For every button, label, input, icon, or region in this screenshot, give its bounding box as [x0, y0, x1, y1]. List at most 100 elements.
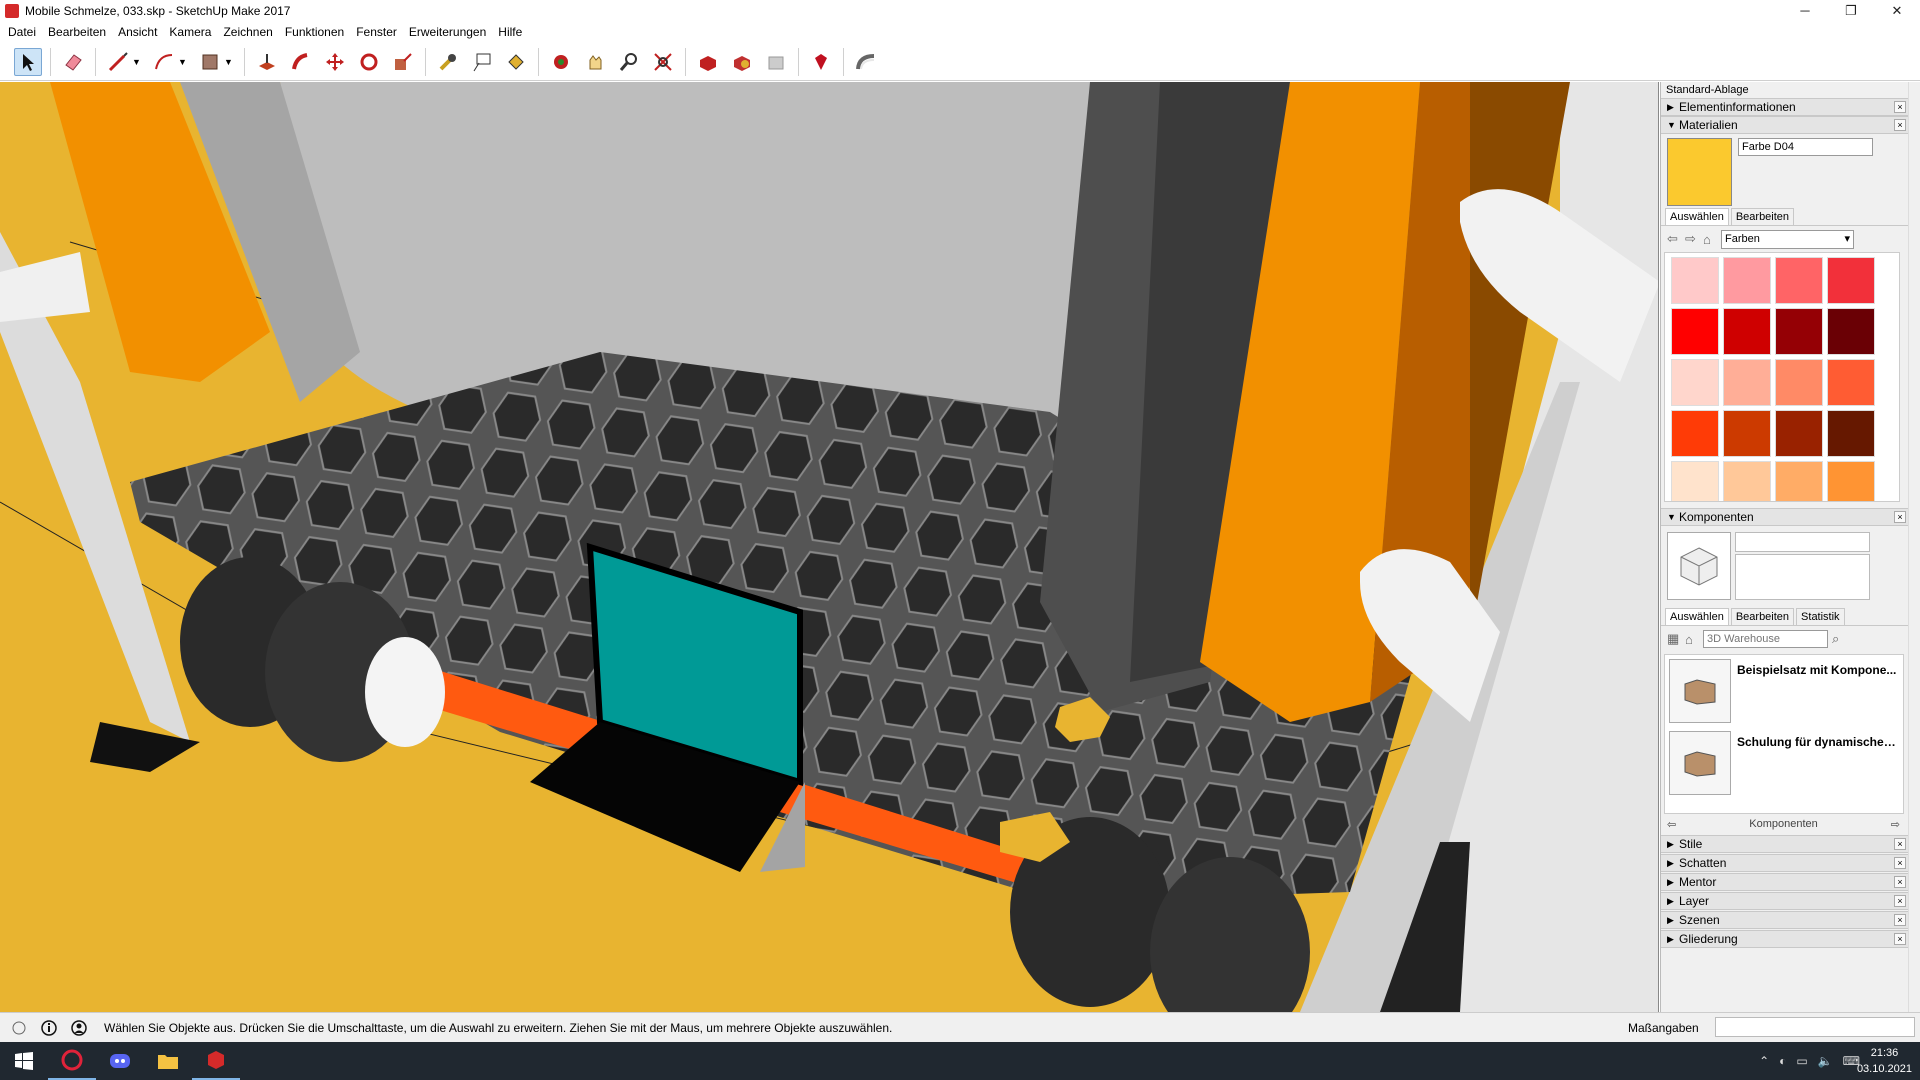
- back-arrow-icon[interactable]: ⇦: [1667, 231, 1685, 247]
- close-panel-icon[interactable]: ×: [1894, 101, 1906, 113]
- material-swatch[interactable]: [1775, 359, 1823, 406]
- panel-entity-info[interactable]: ▶ Elementinformationen ×: [1661, 98, 1920, 116]
- rotate-icon[interactable]: [355, 48, 383, 76]
- material-swatch[interactable]: [1827, 410, 1875, 457]
- close-button[interactable]: ✕: [1874, 0, 1920, 22]
- tab-components-edit[interactable]: Bearbeiten: [1730, 608, 1795, 625]
- opera-icon[interactable]: [48, 1042, 96, 1080]
- tray-scrollbar[interactable]: [1908, 82, 1920, 1012]
- ruby-icon[interactable]: [807, 48, 835, 76]
- material-swatch[interactable]: [1775, 308, 1823, 355]
- close-panel-icon[interactable]: ×: [1894, 119, 1906, 131]
- material-swatch[interactable]: [1723, 359, 1771, 406]
- close-panel-icon[interactable]: ×: [1894, 895, 1906, 907]
- panel-scenes[interactable]: ▶ Szenen ×: [1661, 911, 1920, 929]
- menu-erweiterungen[interactable]: Erweiterungen: [403, 22, 492, 43]
- shape-tool-dropdown[interactable]: ▼: [224, 57, 234, 67]
- push-pull-icon[interactable]: [253, 48, 281, 76]
- file-explorer-icon[interactable]: [144, 1042, 192, 1080]
- zoom-extents-icon[interactable]: [649, 48, 677, 76]
- arc-tool-dropdown[interactable]: ▼: [178, 57, 188, 67]
- close-panel-icon[interactable]: ×: [1894, 838, 1906, 850]
- warehouse-search-input[interactable]: [1703, 630, 1828, 648]
- text-icon[interactable]: [468, 48, 496, 76]
- shape-tool-icon[interactable]: [196, 48, 224, 76]
- material-swatch[interactable]: [1671, 257, 1719, 304]
- share-model-icon[interactable]: [762, 48, 790, 76]
- sketchup-taskbar-icon[interactable]: [192, 1042, 240, 1080]
- material-swatch[interactable]: [1723, 257, 1771, 304]
- list-item[interactable]: Beispielsatz mit Kompone...: [1665, 655, 1903, 727]
- material-swatch[interactable]: [1827, 461, 1875, 501]
- material-swatch[interactable]: [1723, 410, 1771, 457]
- material-swatch[interactable]: [1775, 461, 1823, 501]
- view-options-icon[interactable]: ▦: [1667, 631, 1685, 647]
- styles-icon[interactable]: [852, 48, 880, 76]
- panel-materials[interactable]: ▼ Materialien ×: [1661, 116, 1920, 134]
- search-icon[interactable]: ⌕: [1832, 631, 1850, 647]
- display-icon[interactable]: ▭: [1796, 1054, 1807, 1068]
- material-swatch[interactable]: [1671, 410, 1719, 457]
- menu-kamera[interactable]: Kamera: [163, 22, 217, 43]
- info-icon[interactable]: [38, 1017, 60, 1039]
- select-tool-icon[interactable]: [14, 47, 42, 76]
- tape-measure-icon[interactable]: [434, 48, 462, 76]
- forward-arrow-icon[interactable]: ⇨: [1891, 818, 1900, 831]
- material-swatch[interactable]: [1775, 410, 1823, 457]
- chevron-up-icon[interactable]: ⌃: [1759, 1054, 1769, 1068]
- arc-tool-icon[interactable]: [150, 48, 178, 76]
- home-icon[interactable]: ⌂: [1703, 232, 1721, 247]
- close-panel-icon[interactable]: ×: [1894, 511, 1906, 523]
- menu-zeichnen[interactable]: Zeichnen: [217, 22, 278, 43]
- move-icon[interactable]: [321, 48, 349, 76]
- eraser-tool-icon[interactable]: [59, 48, 87, 76]
- volume-icon[interactable]: 🔈: [1818, 1054, 1833, 1068]
- modeling-viewport[interactable]: [0, 82, 1659, 1012]
- material-swatch[interactable]: [1671, 461, 1719, 501]
- pan-icon[interactable]: [581, 48, 609, 76]
- tab-materials-edit[interactable]: Bearbeiten: [1730, 208, 1795, 225]
- material-swatch[interactable]: [1827, 257, 1875, 304]
- user-icon[interactable]: [68, 1017, 90, 1039]
- material-swatch[interactable]: [1671, 359, 1719, 406]
- list-item[interactable]: Schulung für dynamische ...: [1665, 727, 1903, 799]
- orbit-icon[interactable]: [547, 48, 575, 76]
- home-icon[interactable]: ⌂: [1685, 632, 1703, 647]
- geolocation-icon[interactable]: [8, 1017, 30, 1039]
- follow-me-icon[interactable]: [287, 48, 315, 76]
- panel-styles[interactable]: ▶ Stile ×: [1661, 835, 1920, 853]
- material-swatch[interactable]: [1827, 308, 1875, 355]
- measurements-input[interactable]: [1715, 1017, 1915, 1037]
- materials-library-select[interactable]: Farben: [1721, 229, 1854, 249]
- line-tool-dropdown[interactable]: ▼: [132, 57, 142, 67]
- panel-mentor[interactable]: ▶ Mentor ×: [1661, 873, 1920, 891]
- panel-outliner[interactable]: ▶ Gliederung ×: [1661, 930, 1920, 948]
- discord-icon[interactable]: [96, 1042, 144, 1080]
- network-icon[interactable]: ◐: [1779, 1054, 1786, 1068]
- scale-icon[interactable]: [389, 48, 417, 76]
- menu-bearbeiten[interactable]: Bearbeiten: [42, 22, 112, 43]
- taskbar-clock[interactable]: 21:36 03.10.2021: [1857, 1045, 1912, 1077]
- close-panel-icon[interactable]: ×: [1894, 914, 1906, 926]
- extension-warehouse-icon[interactable]: [728, 48, 756, 76]
- panel-shadows[interactable]: ▶ Schatten ×: [1661, 854, 1920, 872]
- zoom-icon[interactable]: [615, 48, 643, 76]
- tab-components-select[interactable]: Auswählen: [1665, 608, 1729, 625]
- windows-start-icon[interactable]: [0, 1042, 48, 1080]
- tab-components-stats[interactable]: Statistik: [1796, 608, 1845, 625]
- back-arrow-icon[interactable]: ⇦: [1667, 818, 1676, 831]
- menu-ansicht[interactable]: Ansicht: [112, 22, 163, 43]
- material-swatch[interactable]: [1827, 359, 1875, 406]
- material-swatch[interactable]: [1775, 257, 1823, 304]
- material-name-field[interactable]: Farbe D04: [1738, 138, 1873, 156]
- material-swatch[interactable]: [1723, 308, 1771, 355]
- menu-hilfe[interactable]: Hilfe: [492, 22, 528, 43]
- panel-layer[interactable]: ▶ Layer ×: [1661, 892, 1920, 910]
- menu-datei[interactable]: Datei: [2, 22, 42, 43]
- current-material-swatch[interactable]: [1667, 138, 1732, 206]
- warehouse-icon[interactable]: [694, 48, 722, 76]
- minimize-button[interactable]: ─: [1782, 0, 1828, 22]
- component-description-field[interactable]: [1735, 554, 1870, 600]
- panel-components[interactable]: ▼ Komponenten ×: [1661, 508, 1920, 526]
- material-swatch[interactable]: [1671, 308, 1719, 355]
